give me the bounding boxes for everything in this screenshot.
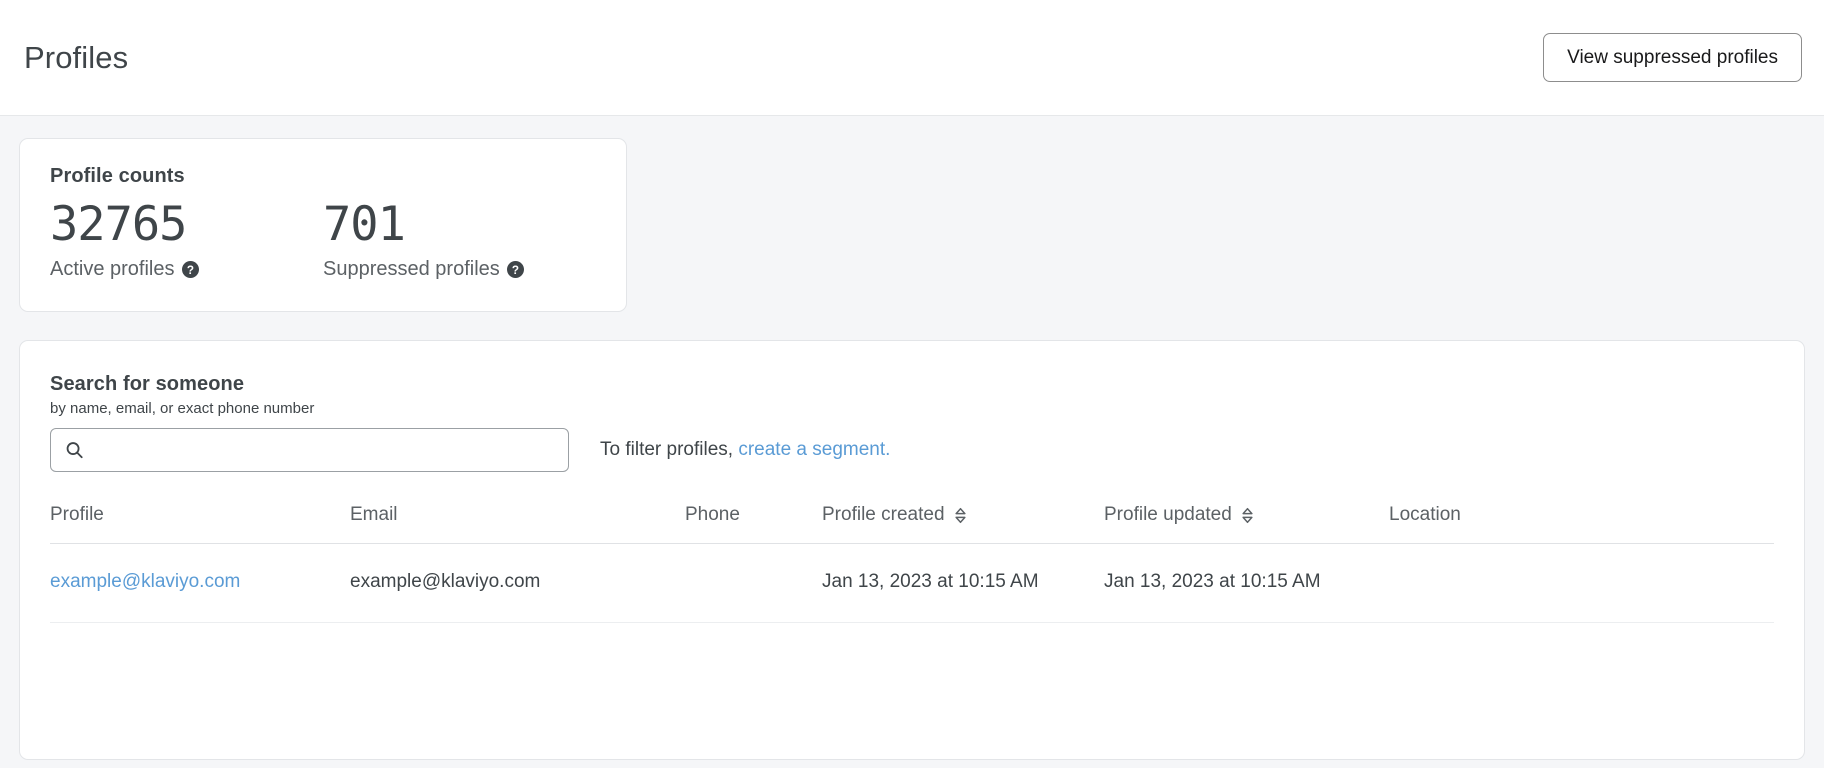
column-header-profile-updated-label: Profile updated	[1104, 504, 1232, 526]
filter-note-text: To filter profiles,	[600, 439, 733, 460]
search-row: To filter profiles, create a segment.	[50, 428, 1774, 472]
profile-counts-card: Profile counts 32765 Active profiles ? 7…	[19, 138, 627, 312]
create-segment-link[interactable]: create a segment.	[738, 439, 890, 460]
column-header-phone-label: Phone	[685, 504, 740, 526]
sort-chevrons-icon[interactable]	[1241, 507, 1254, 524]
column-header-location: Location	[1389, 504, 1774, 544]
column-header-profile-updated[interactable]: Profile updated	[1104, 504, 1389, 544]
column-header-profile-label: Profile	[50, 504, 104, 526]
search-section: Search for someone by name, email, or ex…	[20, 341, 1804, 472]
table-row[interactable]: example@klaviyo.com example@klaviyo.com …	[50, 544, 1774, 623]
column-header-profile-created-label: Profile created	[822, 504, 945, 526]
profile-counts-title: Profile counts	[50, 165, 596, 188]
suppressed-profiles-metric: 701 Suppressed profiles ?	[323, 194, 596, 281]
profiles-table-wrapper: Profile Email Phone	[20, 504, 1804, 623]
svg-text:?: ?	[512, 264, 519, 277]
profiles-search-card: Search for someone by name, email, or ex…	[19, 340, 1805, 760]
filter-note: To filter profiles, create a segment.	[600, 439, 890, 461]
cell-profile: example@klaviyo.com	[50, 544, 350, 623]
column-header-profile-created[interactable]: Profile created	[822, 504, 1104, 544]
active-profiles-value: 32765	[50, 194, 323, 256]
profile-link[interactable]: example@klaviyo.com	[50, 571, 240, 592]
column-header-email-label: Email	[350, 504, 398, 526]
profiles-table-head: Profile Email Phone	[50, 504, 1774, 544]
suppressed-profiles-value: 701	[323, 194, 596, 256]
column-header-location-label: Location	[1389, 504, 1461, 526]
main-content: Profile counts 32765 Active profiles ? 7…	[0, 138, 1824, 760]
suppressed-profiles-label: Suppressed profiles	[323, 258, 500, 281]
sort-chevrons-icon[interactable]	[954, 507, 967, 524]
help-circle-icon[interactable]: ?	[507, 261, 524, 278]
search-label: Search for someone	[50, 373, 1774, 396]
active-profiles-label: Active profiles	[50, 258, 175, 281]
search-box[interactable]	[50, 428, 569, 472]
cell-phone	[685, 544, 822, 623]
profiles-table-body: example@klaviyo.com example@klaviyo.com …	[50, 544, 1774, 623]
column-header-profile: Profile	[50, 504, 350, 544]
profile-counts-row: 32765 Active profiles ? 701 Suppressed p…	[50, 194, 596, 281]
help-circle-icon[interactable]: ?	[182, 261, 199, 278]
column-header-email: Email	[350, 504, 685, 544]
suppressed-profiles-label-row: Suppressed profiles ?	[323, 258, 596, 281]
svg-text:?: ?	[186, 264, 193, 277]
active-profiles-label-row: Active profiles ?	[50, 258, 323, 281]
column-header-phone: Phone	[685, 504, 822, 544]
page-header: Profiles View suppressed profiles	[0, 0, 1824, 116]
search-sublabel: by name, email, or exact phone number	[50, 400, 1774, 417]
active-profiles-metric: 32765 Active profiles ?	[50, 194, 323, 281]
profiles-table: Profile Email Phone	[50, 504, 1774, 623]
page-title: Profiles	[24, 40, 128, 76]
search-input[interactable]	[51, 429, 568, 471]
cell-profile-created: Jan 13, 2023 at 10:15 AM	[822, 544, 1104, 623]
cell-location	[1389, 544, 1774, 623]
cell-profile-updated: Jan 13, 2023 at 10:15 AM	[1104, 544, 1389, 623]
view-suppressed-profiles-button[interactable]: View suppressed profiles	[1543, 33, 1802, 83]
table-header-row: Profile Email Phone	[50, 504, 1774, 544]
cell-email: example@klaviyo.com	[350, 544, 685, 623]
